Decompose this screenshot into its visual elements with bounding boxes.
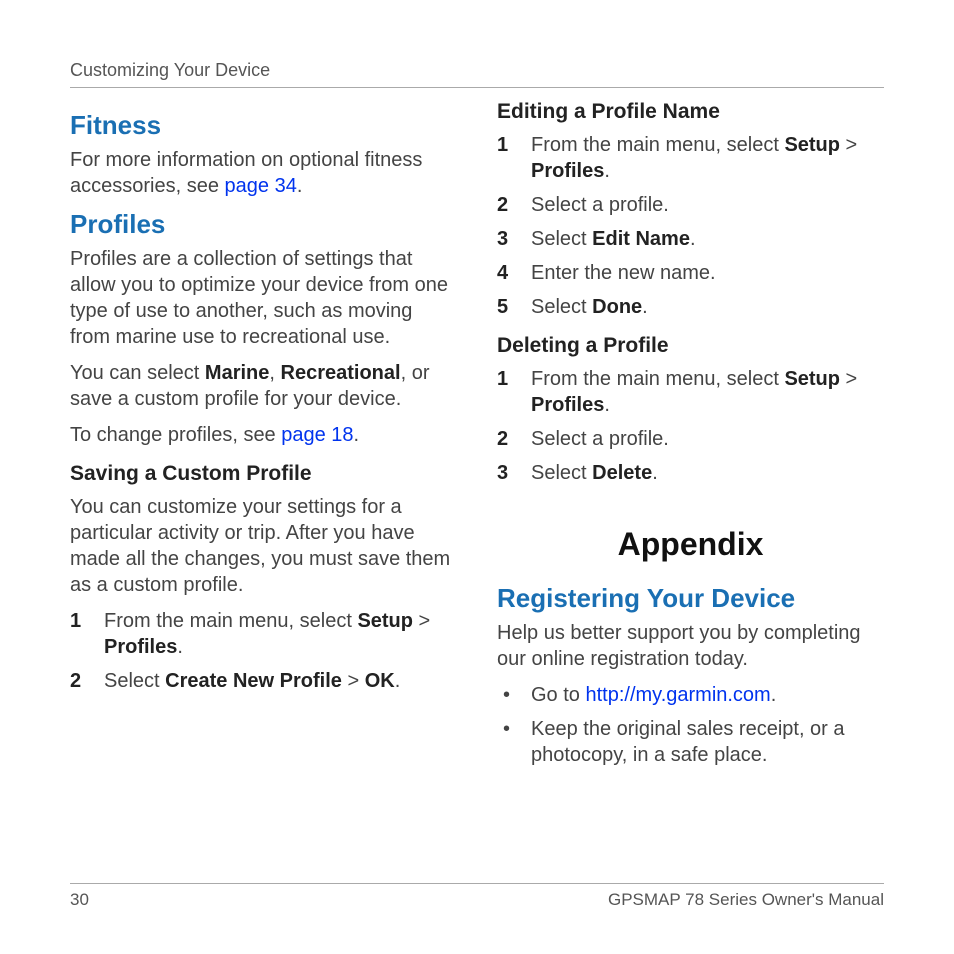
editing-step1-post: . <box>604 160 610 182</box>
profiles-para2-pre: You can select <box>70 362 205 384</box>
deleting-step1-gt: > <box>840 368 857 390</box>
heading-editing-profile-name: Editing a Profile Name <box>497 100 884 124</box>
bold-profiles: Profiles <box>531 394 604 416</box>
saving-step1-gt: > <box>413 610 430 632</box>
bold-edit-name: Edit Name <box>592 228 690 250</box>
bold-setup: Setup <box>357 610 413 632</box>
link-page-18[interactable]: page 18 <box>281 424 353 446</box>
deleting-step1-pre: From the main menu, select <box>531 368 784 390</box>
editing-step5-pre: Select <box>531 296 592 318</box>
profiles-comma1: , <box>269 362 280 384</box>
editing-step1-gt: > <box>840 134 857 156</box>
editing-step-1: From the main menu, select Setup > Profi… <box>497 132 884 184</box>
saving-step-1: From the main menu, select Setup > Profi… <box>70 608 457 660</box>
editing-step-2: Select a profile. <box>497 192 884 218</box>
profiles-para2: You can select Marine, Recreational, or … <box>70 360 457 412</box>
fitness-text-post: . <box>297 175 303 197</box>
page-footer: 30 GPSMAP 78 Series Owner's Manual <box>70 883 884 910</box>
registering-bullet-2: Keep the original sales receipt, or a ph… <box>497 716 884 768</box>
registering-bullets: Go to http://my.garmin.com. Keep the ori… <box>497 682 884 768</box>
bold-delete: Delete <box>592 462 652 484</box>
profiles-para3: To change profiles, see page 18. <box>70 422 457 448</box>
bold-profiles: Profiles <box>531 160 604 182</box>
registering-b1-pre: Go to <box>531 684 585 706</box>
registering-b1-post: . <box>771 684 777 706</box>
profiles-para3-post: . <box>354 424 360 446</box>
editing-step-5: Select Done. <box>497 294 884 320</box>
content-columns: Fitness For more information on optional… <box>70 100 884 778</box>
profiles-para1: Profiles are a collection of settings th… <box>70 246 457 350</box>
deleting-step-1: From the main menu, select Setup > Profi… <box>497 366 884 418</box>
editing-steps: From the main menu, select Setup > Profi… <box>497 132 884 320</box>
bold-marine: Marine <box>205 362 269 384</box>
deleting-step1-post: . <box>604 394 610 416</box>
deleting-step-2: Select a profile. <box>497 426 884 452</box>
footer-rule <box>70 883 884 884</box>
saving-steps: From the main menu, select Setup > Profi… <box>70 608 457 694</box>
bold-done: Done <box>592 296 642 318</box>
editing-step1-pre: From the main menu, select <box>531 134 784 156</box>
fitness-paragraph: For more information on optional fitness… <box>70 147 457 199</box>
editing-step3-pre: Select <box>531 228 592 250</box>
saving-intro: You can customize your settings for a pa… <box>70 494 457 598</box>
deleting-step-3: Select Delete. <box>497 460 884 486</box>
heading-appendix: Appendix <box>497 526 884 563</box>
registering-bullet-1: Go to http://my.garmin.com. <box>497 682 884 708</box>
registering-intro: Help us better support you by completing… <box>497 620 884 672</box>
editing-step3-post: . <box>690 228 696 250</box>
right-column: Editing a Profile Name From the main men… <box>497 100 884 778</box>
link-page-34[interactable]: page 34 <box>225 175 297 197</box>
bold-setup: Setup <box>784 134 840 156</box>
saving-step-2: Select Create New Profile > OK. <box>70 668 457 694</box>
heading-saving-custom-profile: Saving a Custom Profile <box>70 462 457 486</box>
editing-step-4: Enter the new name. <box>497 260 884 286</box>
bold-setup: Setup <box>784 368 840 390</box>
left-column: Fitness For more information on optional… <box>70 100 457 778</box>
saving-step2-post: . <box>395 670 401 692</box>
heading-profiles: Profiles <box>70 209 457 240</box>
heading-fitness: Fitness <box>70 110 457 141</box>
doc-title: GPSMAP 78 Series Owner's Manual <box>608 890 884 910</box>
bold-profiles: Profiles <box>104 636 177 658</box>
bold-ok: OK <box>365 670 395 692</box>
deleting-steps: From the main menu, select Setup > Profi… <box>497 366 884 486</box>
editing-step-3: Select Edit Name. <box>497 226 884 252</box>
bold-recreational: Recreational <box>281 362 401 384</box>
header-rule <box>70 87 884 88</box>
deleting-step3-post: . <box>652 462 658 484</box>
heading-deleting-profile: Deleting a Profile <box>497 334 884 358</box>
editing-step5-post: . <box>642 296 648 318</box>
saving-step1-post: . <box>177 636 183 658</box>
heading-registering-device: Registering Your Device <box>497 583 884 614</box>
running-header: Customizing Your Device <box>70 60 884 81</box>
saving-step1-pre: From the main menu, select <box>104 610 357 632</box>
saving-step2-gt: > <box>342 670 365 692</box>
saving-step2-pre: Select <box>104 670 165 692</box>
deleting-step3-pre: Select <box>531 462 592 484</box>
page-number: 30 <box>70 890 89 910</box>
bold-create-new-profile: Create New Profile <box>165 670 342 692</box>
profiles-para3-pre: To change profiles, see <box>70 424 281 446</box>
link-my-garmin[interactable]: http://my.garmin.com <box>585 684 770 706</box>
